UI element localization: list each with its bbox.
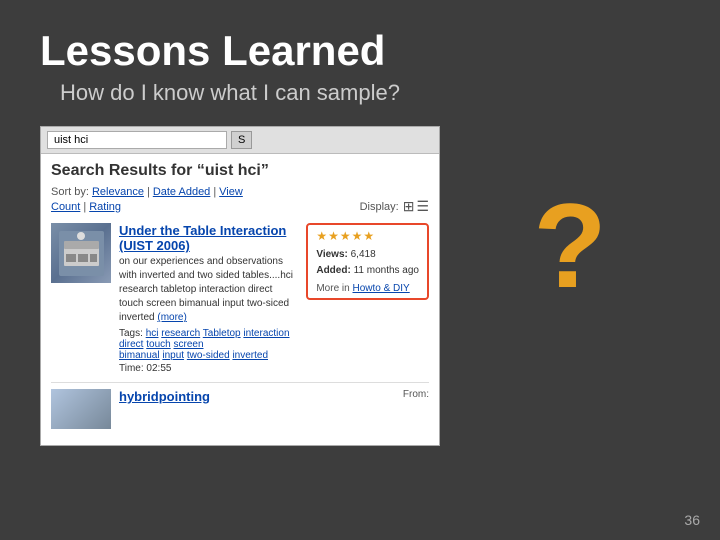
more-in-1: More in Howto & DIY — [316, 283, 419, 294]
tag-touch[interactable]: touch — [146, 339, 170, 350]
right-content: ? — [460, 126, 680, 306]
display-label: Display: — [360, 201, 399, 213]
sort-label: Sort by: — [51, 186, 89, 198]
result-thumbnail-1 — [51, 223, 111, 283]
tag-interaction[interactable]: interaction — [243, 328, 289, 339]
tag-bimanual[interactable]: bimanual — [119, 350, 160, 361]
result-stars-1: ★★★★★ — [316, 229, 419, 243]
result-item-1: Under the Table Interaction (UIST 2006) … — [51, 223, 429, 374]
browser-search-button[interactable]: S — [231, 131, 252, 149]
tag-direct[interactable]: direct — [119, 339, 143, 350]
tag-screen[interactable]: screen — [173, 339, 203, 350]
slide-number: 36 — [684, 512, 700, 528]
question-mark: ? — [533, 186, 606, 306]
search-results-area: Search Results for “uist hci” Sort by: R… — [41, 154, 439, 445]
result-content-2: hybridpointing — [119, 389, 395, 429]
result-item-2: hybridpointing From: — [51, 382, 429, 429]
result-tags-1: Tags: hci research Tabletop interaction … — [119, 328, 298, 361]
sort-rating[interactable]: Rating — [89, 201, 121, 213]
screenshot: S Search Results for “uist hci” Sort by:… — [40, 126, 440, 446]
display-area: Display: ⊞ ☰ — [360, 198, 429, 215]
result-from-2: From: — [403, 389, 429, 429]
result-more-link[interactable]: (more) — [157, 312, 186, 323]
tag-two-sided[interactable]: two-sided — [187, 350, 230, 361]
tag-hci[interactable]: hci — [146, 328, 159, 339]
added-stat: Added: 11 months ago — [316, 263, 419, 279]
title-section: Lessons Learned How do I know what I can… — [0, 0, 720, 116]
subtitle: How do I know what I can sample? — [60, 80, 680, 106]
sort-count[interactable]: Count — [51, 201, 80, 213]
sort-view[interactable]: View — [219, 186, 243, 198]
result-thumbnail-2 — [51, 389, 111, 429]
sort-relevance[interactable]: Relevance — [92, 186, 144, 198]
sort-date-added[interactable]: Date Added — [153, 186, 211, 198]
tag-input[interactable]: input — [162, 350, 184, 361]
result-desc-1: on our experiences and observations with… — [119, 255, 298, 325]
thumb-image-1 — [51, 223, 111, 283]
result-content-1: Under the Table Interaction (UIST 2006) … — [119, 223, 298, 374]
result-title-2[interactable]: hybridpointing — [119, 389, 395, 404]
tag-research[interactable]: research — [161, 328, 200, 339]
result-time-1: Time: 02:55 — [119, 363, 298, 374]
slide: Lessons Learned How do I know what I can… — [0, 0, 720, 540]
results-heading: Search Results for “uist hci” — [51, 162, 429, 180]
result-stats-1: ★★★★★ Views: 6,418 Added: 11 months ago … — [306, 223, 429, 300]
result-right-col-1: ★★★★★ Views: 6,418 Added: 11 months ago … — [306, 223, 429, 374]
display-list-icon[interactable]: ☰ — [416, 198, 429, 215]
content-area: S Search Results for “uist hci” Sort by:… — [0, 116, 720, 456]
browser-search-input[interactable] — [47, 131, 227, 149]
tag-tabletop[interactable]: Tabletop — [203, 328, 241, 339]
result-title-1[interactable]: Under the Table Interaction (UIST 2006) — [119, 223, 298, 253]
views-stat: Views: 6,418 — [316, 247, 419, 263]
thumb-svg — [54, 226, 109, 281]
main-title: Lessons Learned — [40, 28, 680, 74]
tag-inverted[interactable]: inverted — [232, 350, 268, 361]
more-in-link-1[interactable]: Howto & DIY — [352, 283, 409, 294]
sort-bar: Sort by: Relevance | Date Added | View C… — [51, 186, 429, 215]
browser-bar: S — [41, 127, 439, 154]
display-grid-icon[interactable]: ⊞ — [403, 198, 415, 215]
